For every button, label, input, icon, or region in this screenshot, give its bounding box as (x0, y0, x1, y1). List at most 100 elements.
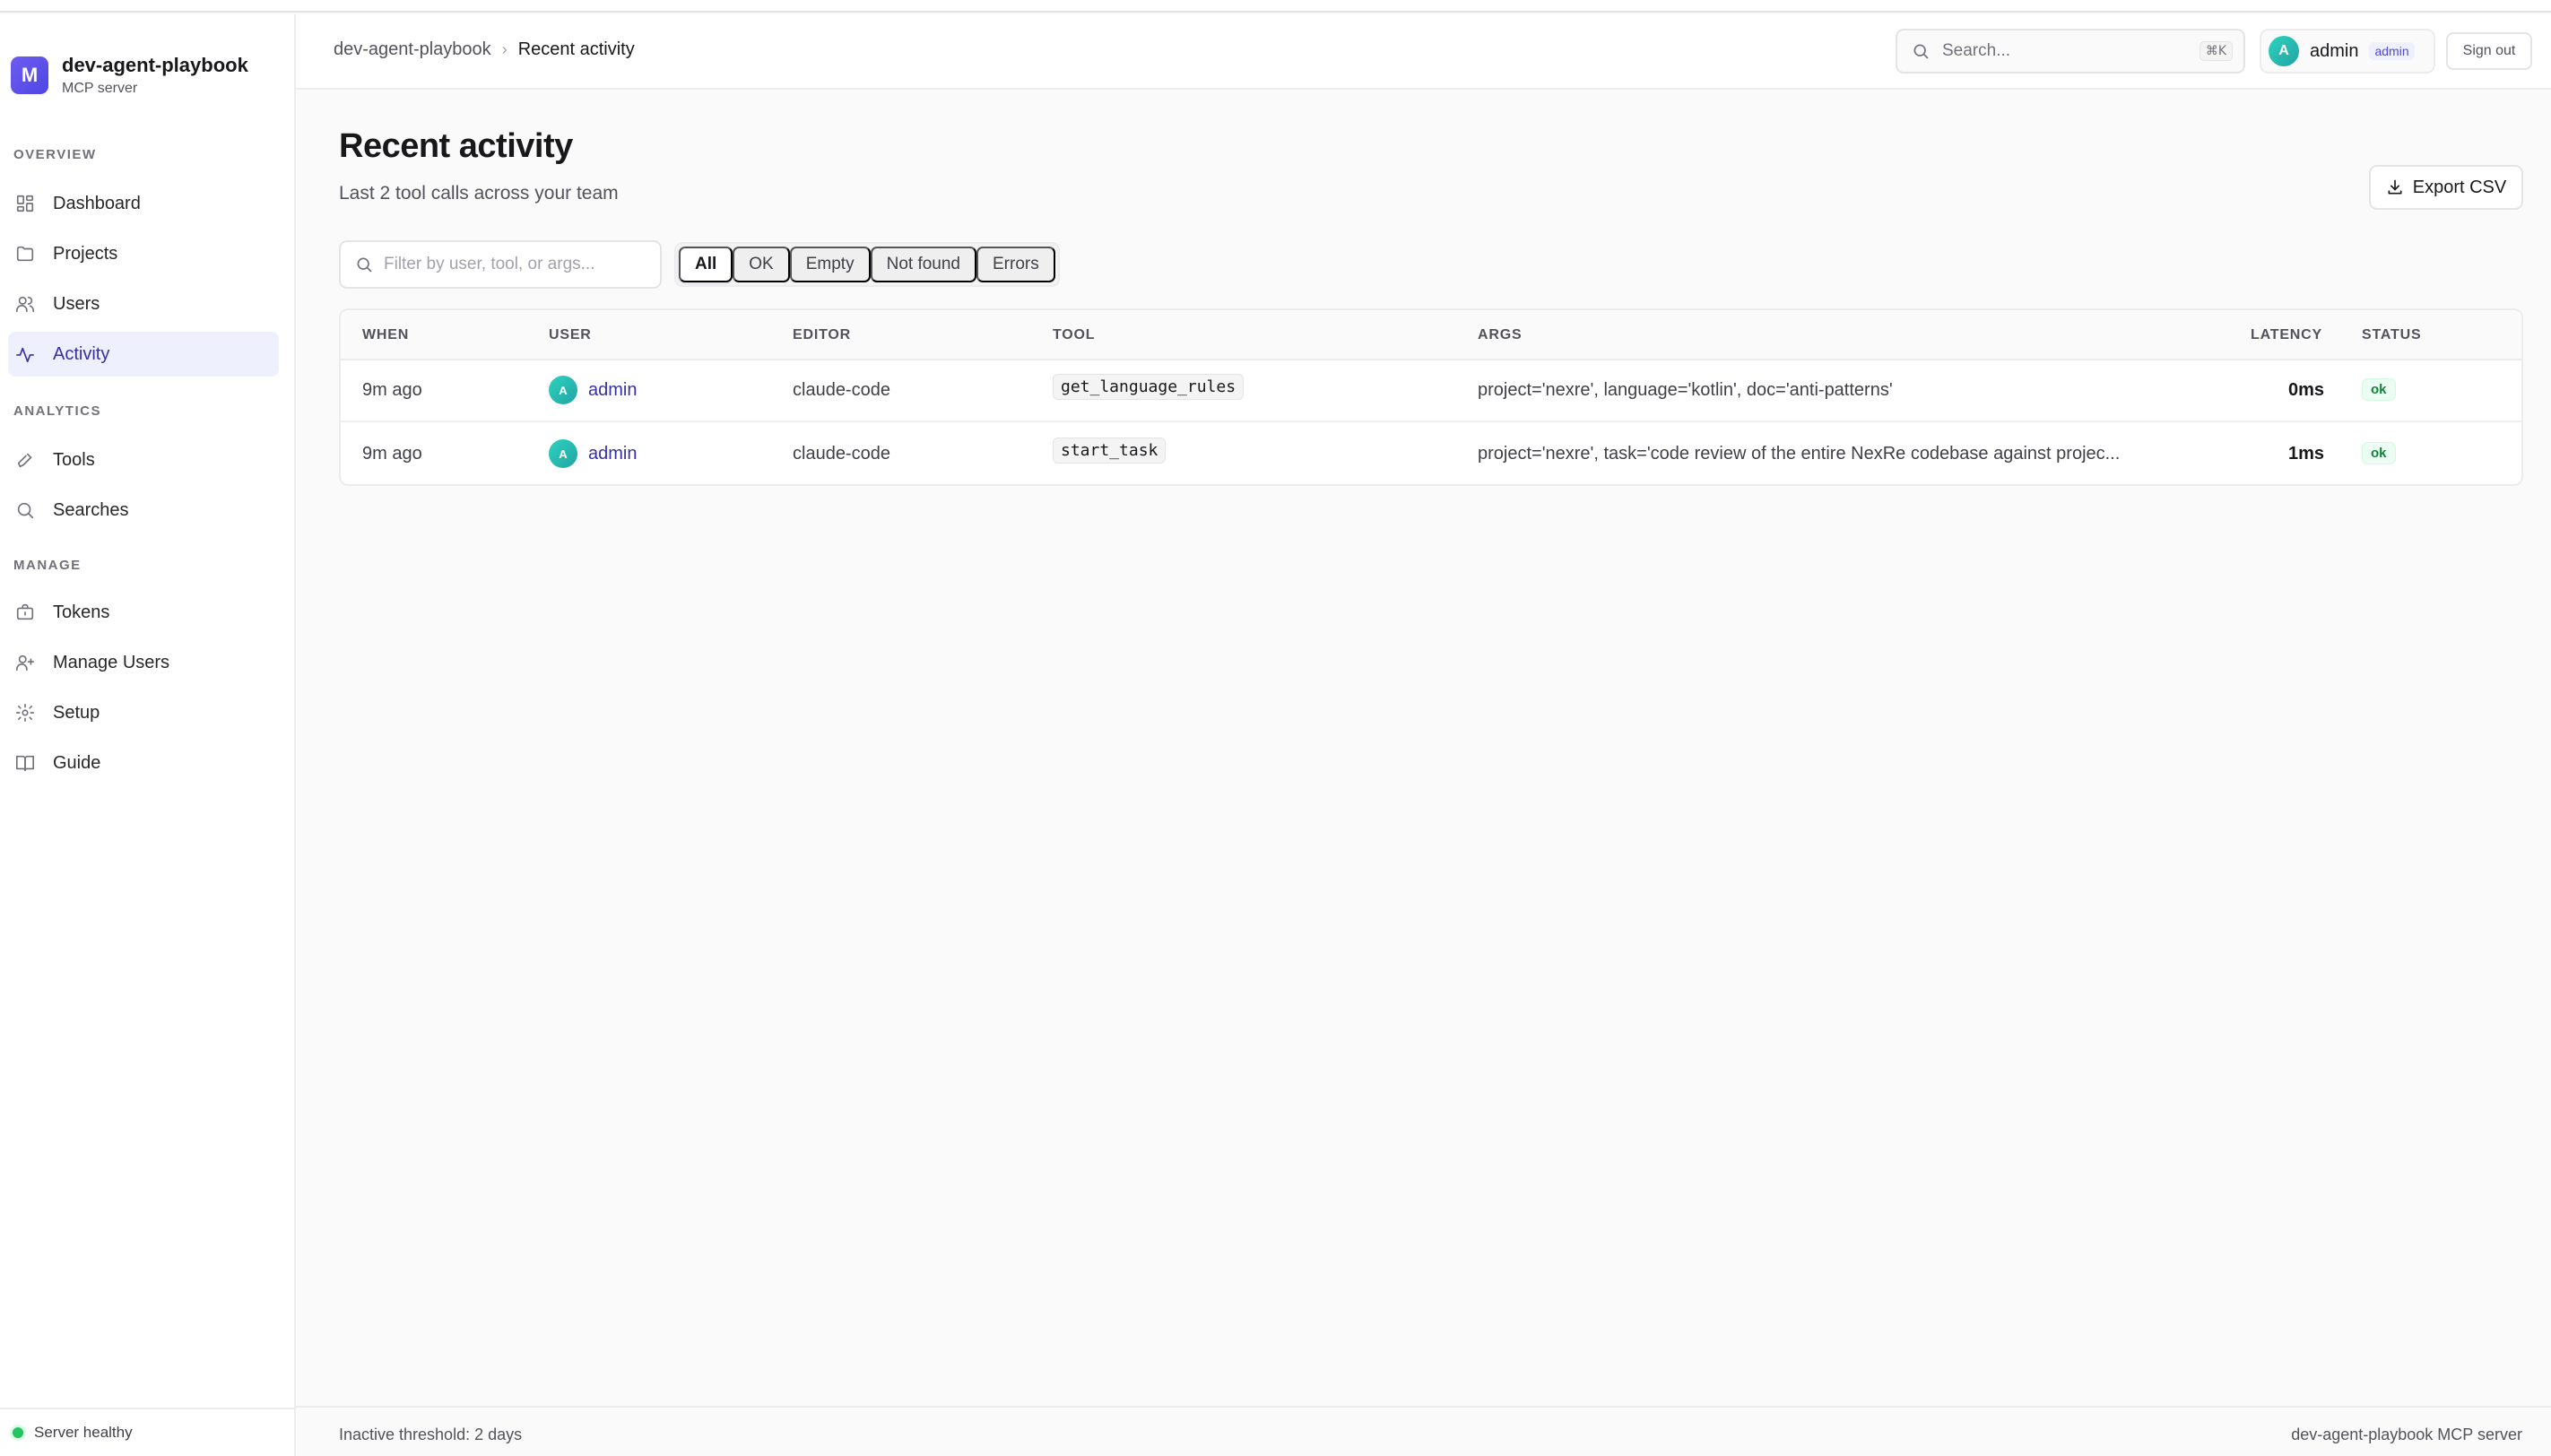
tab-ok[interactable]: OK (733, 247, 790, 282)
download-icon (2388, 179, 2402, 195)
column-header-tool[interactable]: TOOL (1053, 327, 1095, 343)
sidebar-item-label: Tools (53, 449, 95, 470)
table-row[interactable]: 9m ago A admin claude-code get_language_… (341, 360, 2521, 422)
server-status-label: Server healthy (34, 1424, 133, 1441)
page-title: Recent activity (339, 127, 573, 165)
sidebar-item-label: Activity (53, 343, 110, 364)
sidebar-item-label: Dashboard (53, 193, 141, 213)
dashboard-icon (16, 195, 34, 212)
column-header-user[interactable]: USER (549, 327, 592, 343)
sidebar-item-guide[interactable]: Guide (8, 741, 279, 785)
sidebar-item-users[interactable]: Users (8, 282, 279, 326)
export-csv-button[interactable]: Export CSV (2369, 165, 2523, 210)
sidebar-item-label: Searches (53, 499, 129, 520)
column-header-status[interactable]: STATUS (2362, 327, 2421, 343)
sidebar-item-label: Users (53, 293, 100, 314)
activity-icon (16, 347, 34, 363)
export-csv-label: Export CSV (2412, 177, 2507, 197)
cell-when: 9m ago (362, 380, 422, 400)
wrench-icon (17, 453, 32, 468)
cell-status: ok (2362, 442, 2396, 464)
tool-name: get_language_rules (1053, 374, 1245, 400)
column-header-args[interactable]: ARGS (1478, 327, 1522, 343)
global-search[interactable]: Search... ⌘K (1896, 29, 2245, 74)
briefcase-icon (16, 603, 34, 620)
sidebar-item-label: Setup (53, 702, 100, 723)
column-header-latency[interactable]: LATENCY (2251, 327, 2322, 343)
filter-input[interactable] (384, 255, 644, 274)
sidebar-item-projects[interactable]: Projects (8, 231, 279, 276)
sidebar-item-tools[interactable]: Tools (8, 438, 279, 482)
cell-args: project='nexre', task='code review of th… (1478, 444, 2121, 464)
tab-not-found[interactable]: Not found (870, 247, 976, 282)
column-header-editor[interactable]: EDITOR (793, 327, 851, 343)
cell-args: project='nexre', language='kotlin', doc=… (1478, 380, 1893, 400)
brand-subtitle: MCP server (62, 81, 138, 96)
cell-editor: claude-code (793, 444, 890, 464)
filter-field[interactable] (339, 240, 662, 289)
sign-out-button[interactable]: Sign out (2446, 32, 2532, 70)
sidebar-item-dashboard[interactable]: Dashboard (8, 181, 279, 226)
sidebar-item-searches[interactable]: Searches (8, 488, 279, 533)
status-dot-icon (13, 1427, 23, 1438)
sidebar-item-activity[interactable]: Activity (8, 332, 279, 377)
cell-status: ok (2362, 378, 2396, 401)
status-badge: ok (2362, 378, 2396, 401)
search-placeholder: Search... (1942, 41, 2011, 60)
breadcrumb-separator-icon: › (501, 40, 508, 58)
user-plus-icon (16, 654, 34, 672)
column-header-when[interactable]: WHEN (362, 327, 409, 343)
tab-errors[interactable]: Errors (976, 247, 1055, 282)
sidebar-item-setup[interactable]: Setup (8, 690, 279, 735)
cell-latency: 1ms (2287, 444, 2324, 464)
status-filter-tabs: All OK Empty Not found Errors (674, 242, 1060, 287)
cell-tool: start_task (1053, 438, 1167, 464)
sidebar-item-tokens[interactable]: Tokens (8, 590, 279, 635)
sidebar: M dev-agent-playbook MCP server OVERVIEW… (0, 14, 296, 1456)
search-icon (357, 257, 372, 273)
folder-icon (16, 246, 34, 262)
activity-table: WHEN USER EDITOR TOOL ARGS LATENCY STATU… (339, 308, 2523, 486)
search-shortcut: ⌘K (2199, 41, 2233, 61)
top-header: dev-agent-playbook › Recent activity Sea… (296, 14, 2551, 90)
avatar: A (549, 376, 577, 404)
sidebar-item-label: Guide (53, 752, 101, 773)
users-icon (16, 296, 34, 313)
nav-section-overview: OVERVIEW (13, 147, 97, 162)
breadcrumb-root[interactable]: dev-agent-playbook (334, 39, 491, 60)
page-footer: Inactive threshold: 2 days dev-agent-pla… (296, 1406, 2551, 1456)
user-link[interactable]: admin (588, 380, 637, 401)
tab-empty[interactable]: Empty (789, 247, 871, 282)
inactive-threshold: Inactive threshold: 2 days (339, 1426, 523, 1443)
table-row[interactable]: 9m ago A admin claude-code start_task pr… (341, 424, 2521, 484)
breadcrumb: dev-agent-playbook › Recent activity (334, 39, 635, 60)
tab-all[interactable]: All (679, 247, 733, 282)
user-menu[interactable]: A admin admin (2260, 29, 2435, 74)
breadcrumb-current: Recent activity (517, 39, 635, 59)
sidebar-item-label: Tokens (53, 602, 110, 622)
gear-icon (16, 704, 34, 722)
window-top-bar (0, 0, 2551, 13)
book-icon (16, 755, 34, 772)
sidebar-item-manage-users[interactable]: Manage Users (8, 640, 279, 685)
cell-user: A admin (549, 376, 637, 404)
footer-server-name: dev-agent-playbook MCP server (2291, 1426, 2522, 1443)
nav-section-analytics: ANALYTICS (13, 403, 101, 419)
brand-logo: M (11, 56, 48, 94)
avatar: A (2269, 36, 2299, 66)
status-badge: ok (2362, 442, 2396, 464)
cell-editor: claude-code (793, 380, 890, 400)
cell-tool: get_language_rules (1053, 374, 1245, 400)
cell-user: A admin (549, 439, 637, 468)
nav-section-manage: MANAGE (13, 558, 82, 573)
cell-latency: 0ms (2287, 380, 2324, 400)
server-status: Server healthy (0, 1408, 294, 1456)
sidebar-item-label: Manage Users (53, 652, 170, 672)
tool-name: start_task (1053, 438, 1167, 464)
role-badge: admin (2369, 42, 2415, 60)
brand-name: dev-agent-playbook (62, 54, 248, 76)
brand[interactable]: M dev-agent-playbook MCP server (11, 54, 248, 97)
user-link[interactable]: admin (588, 444, 637, 464)
search-icon (17, 502, 34, 519)
cell-when: 9m ago (362, 444, 422, 464)
